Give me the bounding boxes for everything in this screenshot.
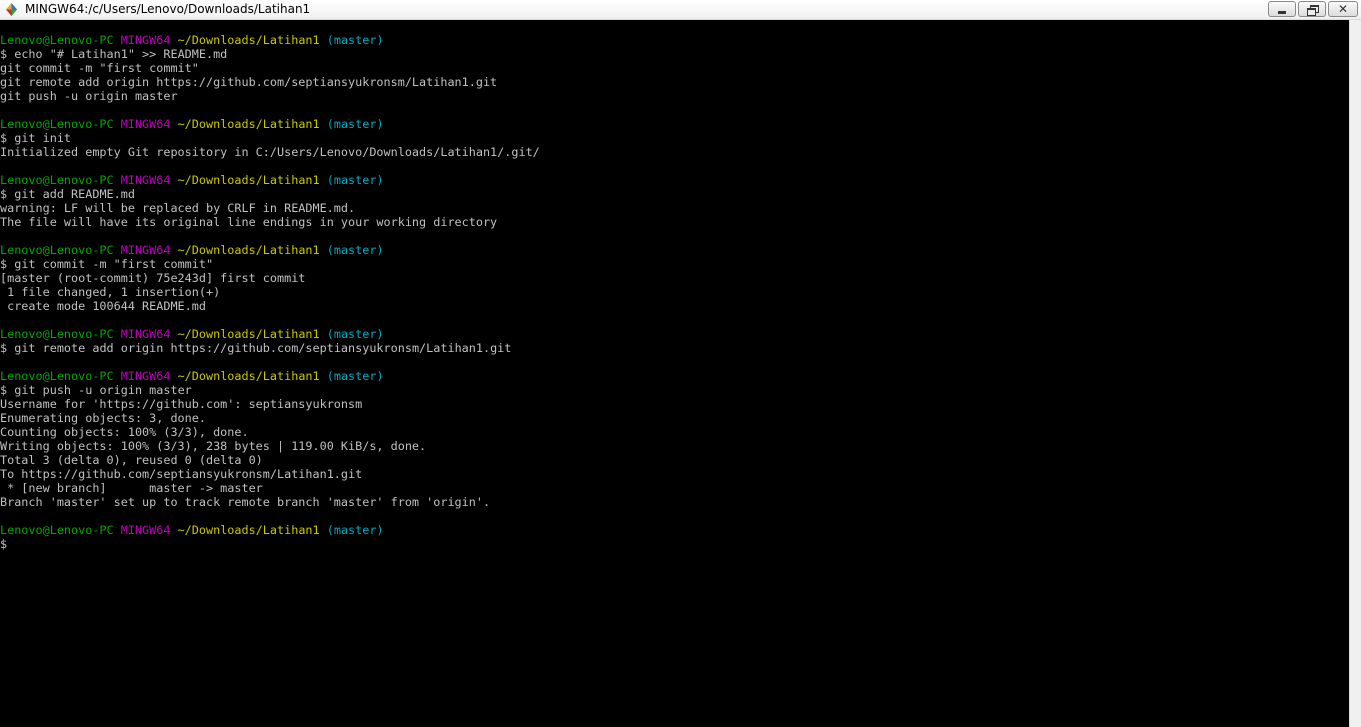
prompt-line: Lenovo@Lenovo-PC MINGW64 ~/Downloads/Lat…: [0, 33, 1349, 47]
command-line: $ git push -u origin master: [0, 383, 1349, 397]
prompt-branch: (master): [326, 523, 384, 537]
prompt-system: MINGW64: [120, 243, 171, 257]
prompt-system: MINGW64: [120, 117, 171, 131]
output-line: create mode 100644 README.md: [0, 299, 206, 313]
output-line: git push -u origin master: [0, 89, 178, 103]
prompt-line: Lenovo@Lenovo-PC MINGW64 ~/Downloads/Lat…: [0, 523, 1349, 537]
close-icon: ✕: [1337, 2, 1349, 16]
window-title: MINGW64:/c/Users/Lenovo/Downloads/Latiha…: [25, 2, 311, 16]
command-text: git init: [14, 131, 72, 145]
output-line: Enumerating objects: 3, done.: [0, 411, 206, 425]
terminal-output[interactable]: Lenovo@Lenovo-PC MINGW64 ~/Downloads/Lat…: [0, 20, 1349, 727]
output-line: [master (root-commit) 75e243d] first com…: [0, 271, 306, 285]
vertical-scrollbar[interactable]: [1349, 20, 1361, 727]
prompt-branch: (master): [326, 243, 384, 257]
prompt-system: MINGW64: [120, 173, 171, 187]
output-line: Writing objects: 100% (3/3), 238 bytes |…: [0, 439, 427, 453]
prompt-user: Lenovo@Lenovo-PC: [0, 33, 114, 47]
prompt-user: Lenovo@Lenovo-PC: [0, 523, 114, 537]
restore-button[interactable]: [1298, 1, 1326, 17]
prompt-path: ~/Downloads/Latihan1: [177, 33, 320, 47]
output-line: Username for 'https://github.com': septi…: [0, 397, 363, 411]
prompt-path: ~/Downloads/Latihan1: [177, 369, 320, 383]
minimize-button[interactable]: [1268, 1, 1296, 17]
terminal-window: MINGW64:/c/Users/Lenovo/Downloads/Latiha…: [0, 0, 1361, 727]
prompt-path: ~/Downloads/Latihan1: [177, 243, 320, 257]
command-line: $ echo "# Latihan1" >> README.md: [0, 47, 1349, 61]
command-line: $ git add README.md: [0, 187, 1349, 201]
prompt-user: Lenovo@Lenovo-PC: [0, 173, 114, 187]
output-line: * [new branch] master -> master: [0, 481, 263, 495]
prompt-line: Lenovo@Lenovo-PC MINGW64 ~/Downloads/Lat…: [0, 327, 1349, 341]
output-line: To https://github.com/septiansyukronsm/L…: [0, 467, 363, 481]
prompt-user: Lenovo@Lenovo-PC: [0, 327, 114, 341]
output-line: warning: LF will be replaced by CRLF in …: [0, 201, 356, 215]
command-text: git commit -m "first commit": [14, 257, 214, 271]
output-line: The file will have its original line end…: [0, 215, 498, 229]
command-line: $ git commit -m "first commit": [0, 257, 1349, 271]
prompt-path: ~/Downloads/Latihan1: [177, 327, 320, 341]
prompt-line: Lenovo@Lenovo-PC MINGW64 ~/Downloads/Lat…: [0, 369, 1349, 383]
command-line: $ git init: [0, 131, 1349, 145]
restore-icon: [1306, 4, 1319, 16]
prompt-symbol: $: [0, 341, 8, 355]
command-text: git remote add origin https://github.com…: [14, 341, 512, 355]
prompt-symbol: $: [0, 47, 8, 61]
prompt-symbol: $: [0, 187, 8, 201]
prompt-user: Lenovo@Lenovo-PC: [0, 369, 114, 383]
output-line: Counting objects: 100% (3/3), done.: [0, 425, 249, 439]
prompt-branch: (master): [326, 327, 384, 341]
close-button[interactable]: ✕: [1328, 1, 1358, 17]
output-line: Total 3 (delta 0), reused 0 (delta 0): [0, 453, 263, 467]
prompt-user: Lenovo@Lenovo-PC: [0, 117, 114, 131]
minimize-icon: [1278, 11, 1286, 14]
prompt-path: ~/Downloads/Latihan1: [177, 117, 320, 131]
output-line: 1 file changed, 1 insertion(+): [0, 285, 221, 299]
command-text: git add README.md: [14, 187, 135, 201]
prompt-system: MINGW64: [120, 369, 171, 383]
prompt-symbol: $: [0, 257, 8, 271]
prompt-symbol: $: [0, 131, 8, 145]
output-line: Initialized empty Git repository in C:/U…: [0, 145, 540, 159]
prompt-system: MINGW64: [120, 327, 171, 341]
prompt-branch: (master): [326, 33, 384, 47]
prompt-line: Lenovo@Lenovo-PC MINGW64 ~/Downloads/Lat…: [0, 117, 1349, 131]
command-text: git push -u origin master: [14, 383, 192, 397]
prompt-branch: (master): [326, 369, 384, 383]
command-text: echo "# Latihan1" >> README.md: [14, 47, 228, 61]
prompt-system: MINGW64: [120, 523, 171, 537]
title-bar[interactable]: MINGW64:/c/Users/Lenovo/Downloads/Latiha…: [0, 0, 1361, 20]
prompt-system: MINGW64: [120, 33, 171, 47]
prompt-branch: (master): [326, 173, 384, 187]
prompt-symbol: $: [0, 537, 8, 551]
prompt-line: Lenovo@Lenovo-PC MINGW64 ~/Downloads/Lat…: [0, 173, 1349, 187]
prompt-branch: (master): [326, 117, 384, 131]
prompt-user: Lenovo@Lenovo-PC: [0, 243, 114, 257]
prompt-path: ~/Downloads/Latihan1: [177, 523, 320, 537]
output-line: git remote add origin https://github.com…: [0, 75, 498, 89]
mingw-app-icon[interactable]: [4, 2, 19, 17]
output-line: Branch 'master' set up to track remote b…: [0, 495, 491, 509]
command-line: $ git remote add origin https://github.c…: [0, 341, 1349, 355]
command-line: $: [0, 537, 1349, 551]
prompt-line: Lenovo@Lenovo-PC MINGW64 ~/Downloads/Lat…: [0, 243, 1349, 257]
prompt-symbol: $: [0, 383, 8, 397]
prompt-path: ~/Downloads/Latihan1: [177, 173, 320, 187]
output-line: git commit -m "first commit": [0, 61, 199, 75]
